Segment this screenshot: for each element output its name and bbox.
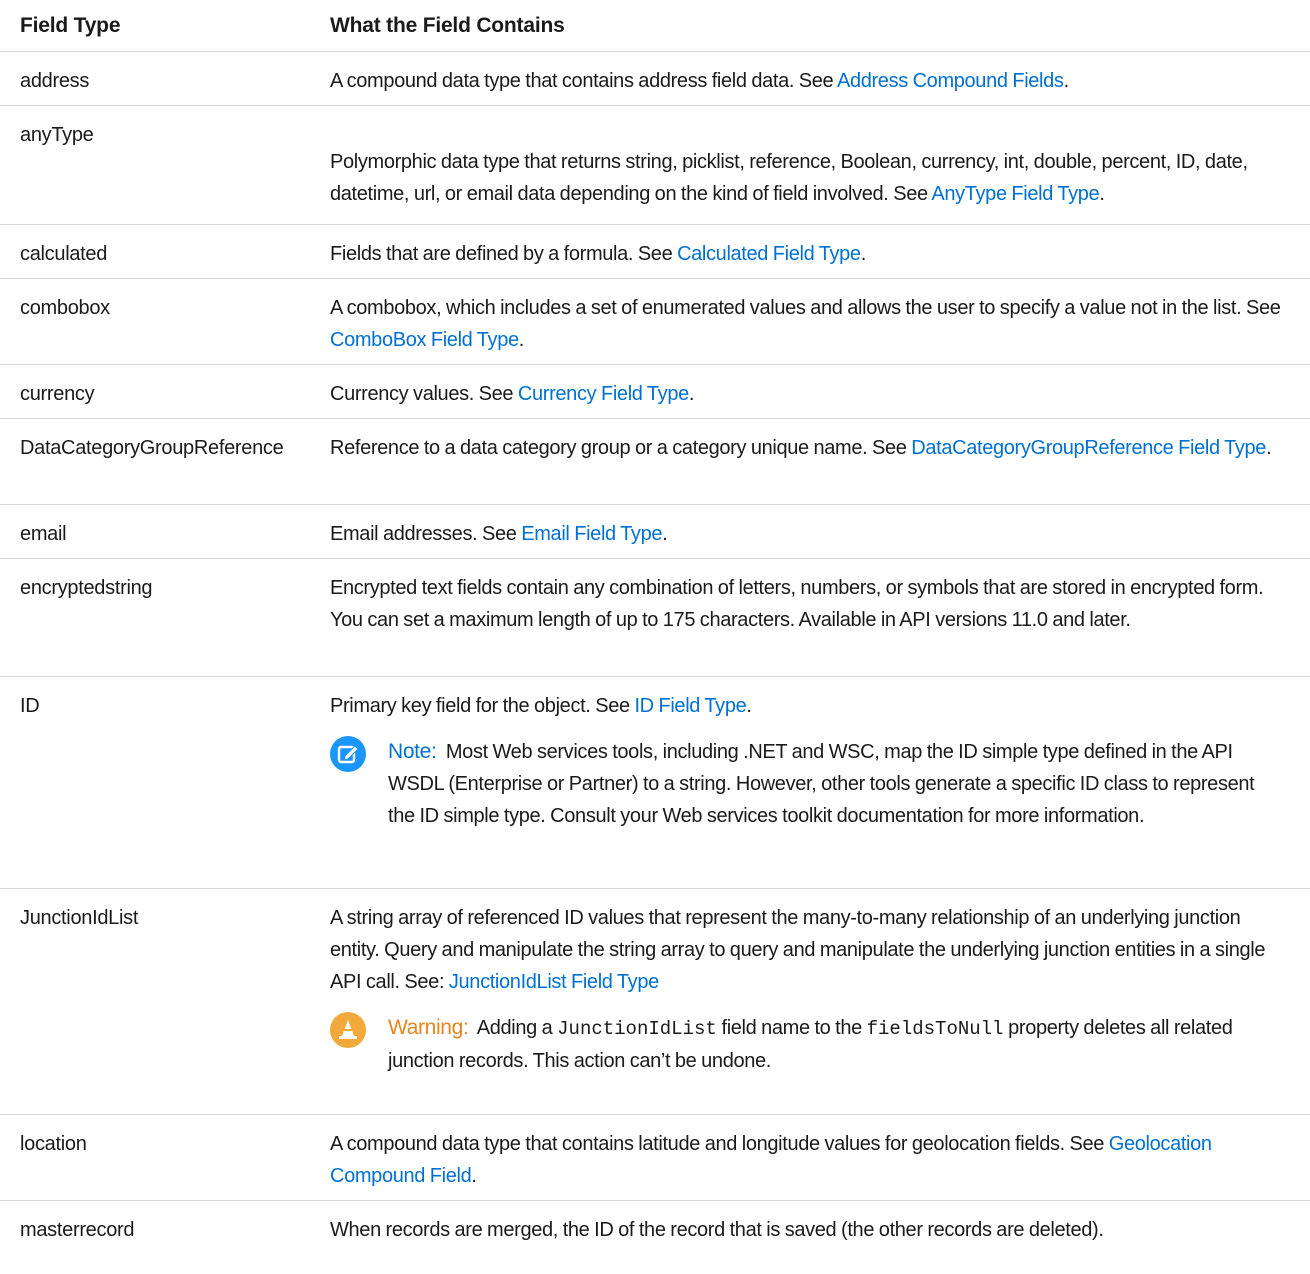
field-description-cell: Primary key field for the object. See ID… bbox=[330, 677, 1310, 888]
description-text: Polymorphic data type that returns strin… bbox=[330, 151, 1248, 205]
field-types-table: Field Type What the Field Contains addre… bbox=[0, 0, 1310, 1261]
currency-field-type-link[interactable]: Currency Field Type bbox=[518, 383, 689, 405]
field-type-cell: ID bbox=[20, 695, 40, 717]
table-row: ID Primary key field for the object. See… bbox=[0, 677, 1310, 889]
field-type-cell: calculated bbox=[20, 243, 108, 265]
field-description-cell: Polymorphic data type that returns strin… bbox=[330, 106, 1310, 224]
warning-code-junctionidlist: JunctionIdList bbox=[557, 1018, 717, 1040]
note-text-block: Note: Most Web services tools, including… bbox=[388, 736, 1294, 832]
table-row: currency Currency values. See Currency F… bbox=[0, 365, 1310, 419]
description-text-end: . bbox=[746, 695, 752, 717]
datacategorygroupreference-field-type-link[interactable]: DataCategoryGroupReference Field Type bbox=[911, 437, 1266, 459]
table-row: anyType Polymorphic data type that retur… bbox=[0, 106, 1310, 225]
field-type-cell: combobox bbox=[20, 297, 110, 319]
field-type-cell: anyType bbox=[20, 124, 94, 146]
table-row: combobox A combobox, which includes a se… bbox=[0, 279, 1310, 365]
header-field-type: Field Type bbox=[20, 14, 121, 37]
field-description-cell: A combobox, which includes a set of enum… bbox=[330, 279, 1310, 364]
description-text: When records are merged, the ID of the r… bbox=[330, 1219, 1104, 1241]
field-description-cell: When records are merged, the ID of the r… bbox=[330, 1201, 1310, 1261]
field-description-cell: Encrypted text fields contain any combin… bbox=[330, 559, 1310, 676]
field-type-cell: currency bbox=[20, 383, 95, 405]
description-text-end: . bbox=[662, 523, 668, 545]
description-text: Reference to a data category group or a … bbox=[330, 437, 912, 459]
note-label: Note: bbox=[388, 740, 437, 763]
warning-text-part: field name to the bbox=[716, 1017, 867, 1039]
warning-cone-icon bbox=[330, 1012, 366, 1048]
table-row: address A compound data type that contai… bbox=[0, 52, 1310, 106]
description-text-end: . bbox=[1099, 183, 1105, 205]
description-text-end: . bbox=[518, 329, 525, 351]
note-text: Most Web services tools, including .NET … bbox=[388, 741, 1255, 827]
address-compound-fields-link[interactable]: Address Compound Fields bbox=[837, 70, 1064, 92]
table-row: encryptedstring Encrypted text fields co… bbox=[0, 559, 1310, 677]
field-description-cell: Fields that are defined by a formula. Se… bbox=[330, 225, 1310, 278]
description-text-end: . bbox=[1063, 70, 1070, 92]
table-row: masterrecord When records are merged, th… bbox=[0, 1201, 1310, 1261]
description-text-end: . bbox=[1266, 437, 1272, 459]
warning-text-part: Adding a bbox=[476, 1017, 558, 1039]
table-header-row: Field Type What the Field Contains bbox=[0, 0, 1310, 52]
field-description-cell: Currency values. See Currency Field Type… bbox=[330, 365, 1310, 418]
warning-label: Warning: bbox=[388, 1016, 469, 1039]
field-type-cell: JunctionIdList bbox=[20, 907, 139, 929]
description-text-end: . bbox=[860, 243, 867, 265]
junctionidlist-field-type-link[interactable]: JunctionIdList Field Type bbox=[449, 971, 659, 993]
field-description-cell: Email addresses. See Email Field Type. bbox=[330, 505, 1310, 558]
field-description-cell: A compound data type that contains latit… bbox=[330, 1115, 1310, 1200]
table-row: calculated Fields that are defined by a … bbox=[0, 225, 1310, 279]
field-type-cell: masterrecord bbox=[20, 1219, 135, 1241]
table-row: DataCategoryGroupReference Reference to … bbox=[0, 419, 1310, 505]
description-text: Encrypted text fields contain any combin… bbox=[330, 577, 1264, 631]
warning-text-block: Warning: Adding a JunctionIdList field n… bbox=[388, 1012, 1294, 1077]
header-field-contains: What the Field Contains bbox=[330, 14, 565, 37]
table-row: location A compound data type that conta… bbox=[0, 1115, 1310, 1201]
table-row: JunctionIdList A string array of referen… bbox=[0, 889, 1310, 1115]
description-text: Currency values. See bbox=[330, 383, 518, 405]
edit-note-icon bbox=[330, 736, 366, 772]
description-text: A compound data type that contains latit… bbox=[330, 1133, 1109, 1155]
field-description-cell: A string array of referenced ID values t… bbox=[330, 889, 1310, 1114]
field-type-cell: email bbox=[20, 523, 67, 545]
description-text-end: . bbox=[688, 383, 695, 405]
note-callout: Note: Most Web services tools, including… bbox=[330, 736, 1294, 832]
email-field-type-link[interactable]: Email Field Type bbox=[521, 523, 662, 545]
description-text: Fields that are defined by a formula. Se… bbox=[330, 243, 678, 265]
id-field-type-link[interactable]: ID Field Type bbox=[634, 695, 746, 717]
table-row: email Email addresses. See Email Field T… bbox=[0, 505, 1310, 559]
field-type-cell: location bbox=[20, 1133, 87, 1155]
description-text: A compound data type that contains addre… bbox=[330, 70, 837, 92]
field-type-cell: DataCategoryGroupReference bbox=[20, 437, 284, 459]
anytype-field-type-link[interactable]: AnyType Field Type bbox=[931, 183, 1099, 205]
field-type-cell: encryptedstring bbox=[20, 577, 153, 599]
warning-callout: Warning: Adding a JunctionIdList field n… bbox=[330, 1012, 1294, 1077]
description-text: Email addresses. See bbox=[330, 523, 522, 545]
warning-code-fieldstonull: fieldsToNull bbox=[866, 1018, 1004, 1040]
field-description-cell: A compound data type that contains addre… bbox=[330, 52, 1310, 105]
field-type-cell: address bbox=[20, 70, 90, 92]
description-text-end: . bbox=[471, 1165, 477, 1187]
field-description-cell: Reference to a data category group or a … bbox=[330, 419, 1310, 504]
description-text: Primary key field for the object. See bbox=[330, 695, 635, 717]
calculated-field-type-link[interactable]: Calculated Field Type bbox=[677, 243, 861, 265]
combobox-field-type-link[interactable]: ComboBox Field Type bbox=[330, 329, 519, 351]
description-text: A combobox, which includes a set of enum… bbox=[330, 297, 1281, 319]
